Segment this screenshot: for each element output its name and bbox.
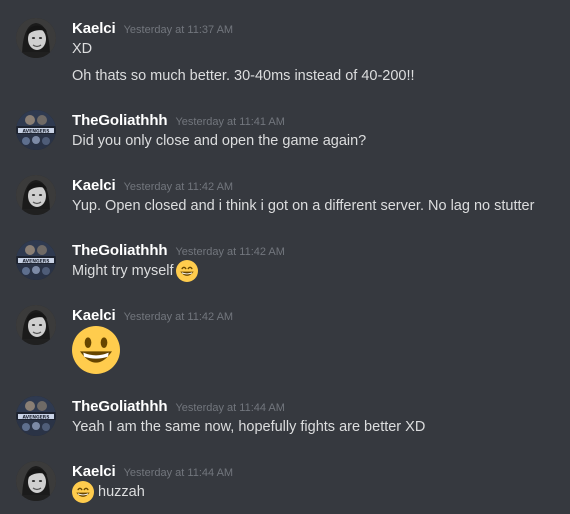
thegoliathhh-avatar[interactable]	[16, 110, 56, 150]
username[interactable]: TheGoliathhh	[72, 112, 168, 129]
message-group: Kaelci Yesterday at 11:44 AM huzzah	[0, 461, 570, 513]
message-group: TheGoliathhh Yesterday at 11:44 AM Yeah …	[0, 396, 570, 448]
message-group: Kaelci Yesterday at 11:37 AM XD Oh thats…	[0, 18, 570, 98]
message-text: Oh thats so much better. 30-40ms instead…	[72, 68, 415, 84]
message-header: TheGoliathhh Yesterday at 11:44 AM	[72, 398, 285, 418]
timestamp: Yesterday at 11:42 AM	[175, 246, 285, 258]
timestamp: Yesterday at 11:42 AM	[123, 181, 234, 193]
timestamp: Yesterday at 11:44 AM	[123, 467, 234, 479]
message-group: TheGoliathhh Yesterday at 11:41 AM Did y…	[0, 110, 570, 162]
timestamp: Yesterday at 11:37 AM	[123, 24, 234, 36]
message-group: Kaelci Yesterday at 11:42 AM	[0, 305, 570, 380]
message-list: Kaelci Yesterday at 11:37 AM XD Oh thats…	[0, 0, 570, 514]
smile-emoji-icon[interactable]	[176, 260, 198, 282]
message-header: Kaelci Yesterday at 11:42 AM	[72, 307, 233, 327]
timestamp: Yesterday at 11:41 AM	[175, 116, 285, 128]
message-header: TheGoliathhh Yesterday at 11:42 AM	[72, 242, 285, 262]
message-group: TheGoliathhh Yesterday at 11:42 AM Might…	[0, 240, 570, 292]
message-header: TheGoliathhh Yesterday at 11:41 AM	[72, 112, 285, 132]
smiley-emoji-icon[interactable]	[72, 326, 120, 374]
message-group: Kaelci Yesterday at 11:42 AM Yup. Open c…	[0, 175, 570, 227]
username[interactable]: Kaelci	[72, 463, 116, 480]
smile-emoji-icon[interactable]	[72, 481, 94, 503]
username[interactable]: TheGoliathhh	[72, 242, 168, 259]
kaelci-avatar[interactable]	[16, 305, 56, 345]
message-line: huzzah	[72, 481, 145, 503]
timestamp: Yesterday at 11:42 AM	[123, 311, 234, 323]
message-text: Did you only close and open the game aga…	[72, 133, 367, 149]
message-text: XD	[72, 41, 93, 57]
kaelci-avatar[interactable]	[16, 461, 56, 501]
message-header: Kaelci Yesterday at 11:37 AM	[72, 20, 233, 40]
message-header: Kaelci Yesterday at 11:44 AM	[72, 463, 233, 483]
message-header: Kaelci Yesterday at 11:42 AM	[72, 177, 233, 197]
thegoliathhh-avatar[interactable]	[16, 396, 56, 436]
kaelci-avatar[interactable]	[16, 18, 56, 58]
message-text: huzzah	[98, 484, 145, 500]
thegoliathhh-avatar[interactable]	[16, 240, 56, 280]
message-text: Yup. Open closed and i think i got on a …	[72, 198, 535, 214]
kaelci-avatar[interactable]	[16, 175, 56, 215]
username[interactable]: Kaelci	[72, 177, 116, 194]
username[interactable]: TheGoliathhh	[72, 398, 168, 415]
username[interactable]: Kaelci	[72, 20, 116, 37]
timestamp: Yesterday at 11:44 AM	[175, 402, 285, 414]
username[interactable]: Kaelci	[72, 307, 116, 324]
message-line: Might try myself	[72, 260, 198, 282]
message-text: Might try myself	[72, 263, 174, 279]
message-text: Yeah I am the same now, hopefully fights…	[72, 419, 426, 435]
